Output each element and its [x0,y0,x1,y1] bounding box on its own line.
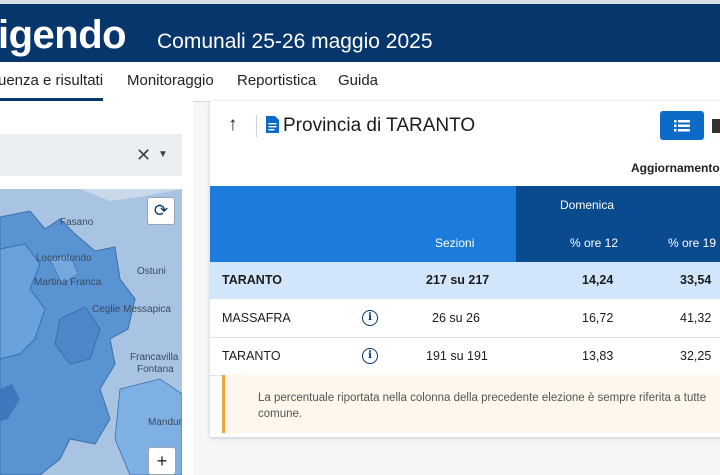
map-label: Fasano [60,217,94,228]
main-nav: uenza e risultati Monitoraggio Reportist… [0,62,720,102]
map-label: Locorotondo [36,253,92,264]
cell-ore12: 14,24 [582,273,614,287]
cell-name: MASSAFRA [222,311,291,325]
cell-name: TARANTO [222,273,282,287]
nav-item-guida[interactable]: Guida [338,62,378,100]
cell-sezioni: 26 su 26 [432,311,480,325]
refresh-icon[interactable]: ⟳ [147,197,175,225]
table-row: MASSAFRA i 26 su 26 16,72 41,32 [210,300,720,338]
info-icon[interactable]: i [362,310,378,326]
header-domenica: Domenica [560,198,615,212]
map-label: Manduria [148,417,182,428]
col-header-ore19: % ore 19 [668,236,717,250]
card-title: Provincia di TARANTO [283,115,476,136]
info-icon[interactable]: i [362,348,378,364]
cell-sezioni: 191 su 191 [426,349,488,363]
arrow-up-icon[interactable]: ↑ [228,114,238,136]
document-icon [266,116,279,133]
close-icon[interactable]: ✕ [136,145,151,165]
map[interactable]: Fasano Locorotondo Ostuni Martina Franca… [0,189,182,475]
nav-item-affluenza-risultati[interactable]: uenza e risultati [0,62,104,101]
table-row-total: TARANTO 217 su 217 14,24 33,54 [210,262,720,299]
chart-view-button[interactable] [712,119,720,133]
map-label: Fontana [137,364,174,375]
map-label: Ostuni [137,266,166,277]
results-card: ↑ Provincia di TARANTO Aggiornamento: Do… [210,101,720,437]
divider [256,115,257,137]
chevron-down-icon[interactable]: ▼ [158,147,168,163]
cell-ore19: 32,25 [680,349,712,363]
election-title: Comunali 25-26 maggio 2025 [157,30,433,53]
cell-sezioni: 217 su 217 [426,273,490,287]
zoom-in-button[interactable]: + [148,447,176,475]
map-label: Martina Franca [34,277,102,288]
brand-logo[interactable]: igendo [0,13,127,57]
map-label: Ceglie Messapica [92,304,171,315]
cell-ore19: 33,54 [680,273,712,287]
info-note: La percentuale riportata nella colonna d… [222,375,720,433]
col-header-ore12: % ore 12 [570,236,619,250]
cell-ore19: 41,32 [680,311,712,325]
app-header: igendo Comunali 25-26 maggio 2025 [0,4,720,62]
header-dark-cell: % ore 12 % ore 19 [516,224,720,262]
map-label: Francavilla [130,352,179,363]
table-row: TARANTO i 191 su 191 13,83 32,25 [210,338,720,376]
last-update-label: Aggiornamento: [631,161,720,175]
map-canvas [0,189,182,475]
cell-name: TARANTO [222,349,281,363]
table-header-group: Domenica [210,186,720,224]
col-header-sezioni: Sezioni [435,236,475,250]
table-header-columns: Sezioni % ore 12 % ore 19 [210,224,720,262]
header-domenica-cell: Domenica [516,186,720,224]
territory-select[interactable]: ✕ ▼ [0,134,182,176]
list-view-button[interactable] [660,111,704,140]
cell-ore12: 13,83 [582,349,614,363]
nav-item-reportistica[interactable]: Reportistica [237,62,316,100]
list-icon [674,120,690,132]
note-text: La percentuale riportata nella colonna d… [258,392,707,420]
nav-item-monitoraggio[interactable]: Monitoraggio [127,62,214,100]
cell-ore12: 16,72 [582,311,614,325]
